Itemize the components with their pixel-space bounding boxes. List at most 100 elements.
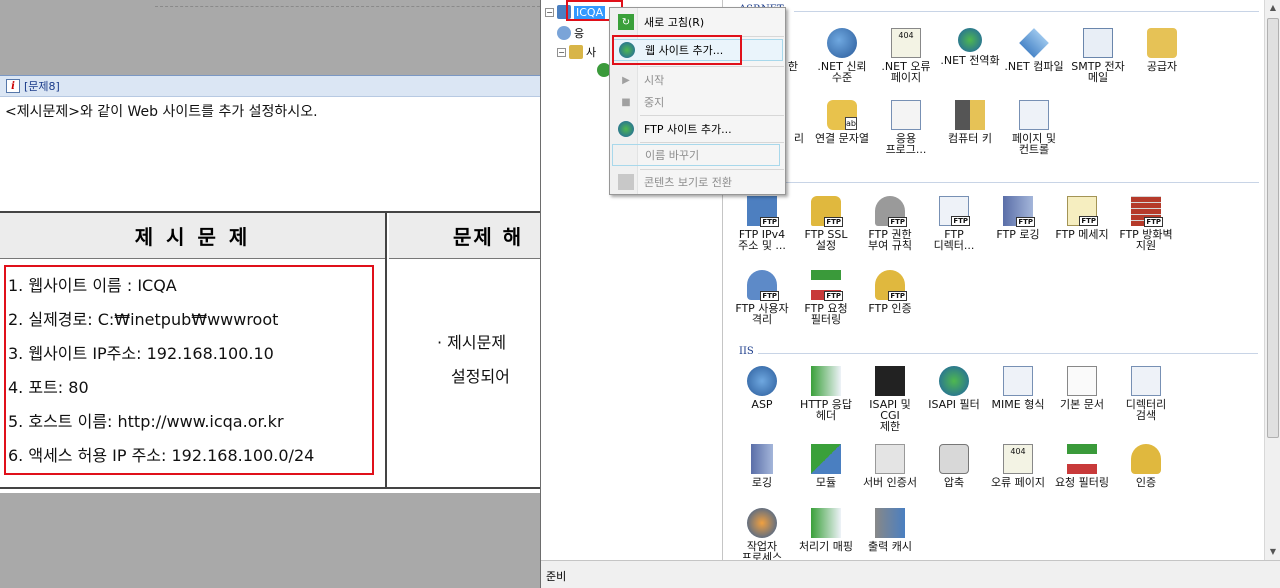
solution-text-1: · 제시문제 [437,333,507,352]
menu-separator [640,115,784,116]
tile-machine-key[interactable]: 컴퓨터 키 [938,100,1002,144]
tile-ftp-authz[interactable]: FTP FTP 권한 부여 규칙 [858,196,922,251]
tile-output-cache[interactable]: 출력 캐시 [858,508,922,552]
add-ftp-icon [618,121,634,137]
requirement-header: 제 시 문 제 [0,213,385,259]
pages-controls-icon [1019,100,1049,130]
tile-net-globalization[interactable]: .NET 전역화 [938,28,1002,66]
compression-icon [939,444,969,474]
http-headers-icon [811,366,841,396]
handler-mapping-icon [811,508,841,538]
question-icon: i [6,79,20,93]
menu-item-content-view[interactable]: 콘텐츠 보기로 전환 [612,171,783,193]
tile-worker-process[interactable]: 작업자 프로세스 [730,508,794,563]
request-filter-icon [1067,444,1097,474]
tile-server-cert[interactable]: 서버 인증서 [858,444,922,488]
vertical-scrollbar[interactable]: ▲ ▼ [1264,0,1280,560]
firewall-icon: FTP [1131,196,1163,227]
tree-node-label: 응 [574,27,585,40]
ftp-auth-icon: FTP [875,270,907,301]
highlight-add-website [612,35,742,65]
message-icon: FTP [1067,196,1098,226]
scroll-up-icon[interactable]: ▲ [1265,0,1280,16]
solution-header: 문제 해 [389,213,540,259]
refresh-icon: ↻ [618,14,634,30]
tile-ftp-logging[interactable]: FTP FTP 로깅 [986,196,1050,240]
scroll-down-icon[interactable]: ▼ [1265,544,1280,560]
tile-dir-browse[interactable]: 디렉터리 검색 [1114,366,1178,421]
tile-net-error[interactable]: 404 .NET 오류 페이지 [874,28,938,83]
requirement-list: 1. 웹사이트 이름 : ICQA 2. 실제경로: C:₩inetpub₩ww… [4,265,374,475]
status-bar: 준비 [541,560,1280,588]
requirement-item: 2. 실제경로: C:₩inetpub₩wwwroot [8,310,279,329]
menu-item-add-ftp[interactable]: FTP 사이트 추가... [612,118,783,140]
question-instruction: <제시문제>와 같이 Web 사이트를 추가 설정하시오. [5,104,318,120]
collapse-toggle[interactable]: − [545,7,554,17]
play-icon: ▶ [622,74,630,86]
tile-ftp-ssl[interactable]: FTP FTP SSL 설정 [794,196,858,251]
rename-icon [619,147,635,163]
menu-item-start[interactable]: ▶ 시작 [612,69,783,91]
tile-http-headers[interactable]: HTTP 응답 헤더 [794,366,858,421]
machine-key-icon [955,100,985,130]
group-divider [794,11,1259,12]
tile-ftp-message[interactable]: FTP FTP 메세지 [1050,196,1114,240]
tile-pages-controls[interactable]: 페이지 및 컨트롤 [1002,100,1066,155]
error-page-icon: 404 [1003,444,1033,474]
tile-ftp-dir[interactable]: FTP FTP 디렉터... [922,196,986,251]
tile-logging[interactable]: 로깅 [730,444,794,488]
providers-icon [1147,28,1177,58]
tile-mime[interactable]: MIME 형식 [986,366,1050,410]
directory-icon: FTP [939,196,970,226]
solution-column: 문제 해 · 제시문제 설정되어 [389,213,540,487]
dashed-divider [155,6,540,7]
tile-default-doc[interactable]: 기본 문서 [1050,366,1114,410]
net-trust-icon [827,28,857,58]
menu-item-rename[interactable]: 이름 바꾸기 [612,144,780,166]
error-page-icon: 404 [891,28,921,58]
tile-compression[interactable]: 압축 [922,444,986,488]
tile-modules[interactable]: 모듈 [794,444,858,488]
folder-icon [569,45,583,59]
tile-request-filter[interactable]: 요청 필터링 [1050,444,1114,488]
tile-authentication[interactable]: 인증 [1114,444,1178,488]
requirement-item: 6. 액세스 허용 IP 주소: 192.168.100.0/24 [8,446,315,465]
tile-smtp[interactable]: SMTP 전자 메일 [1066,28,1130,83]
menu-item-stop[interactable]: ■ 중지 [612,91,783,113]
tile-net-compile[interactable]: .NET 컴파일 [1002,28,1066,72]
mime-icon [1003,366,1033,396]
tile-providers[interactable]: 공급자 [1130,28,1194,72]
app-pool-icon [557,26,571,40]
authentication-icon [1131,444,1161,474]
tile-ftp-request-filter[interactable]: FTP FTP 요청 필터링 [794,270,858,325]
tile-app-settings[interactable]: 응용 프로그... [874,100,938,155]
tile-asp[interactable]: ASP [730,366,794,410]
modules-icon [811,444,841,474]
user-isolation-icon: FTP [747,270,779,301]
requirement-item: 3. 웹사이트 IP주소: 192.168.100.10 [8,344,274,363]
isapi-filter-icon [939,366,969,396]
tree-node-app[interactable]: 응 [557,25,584,41]
logging-icon [751,444,773,474]
tile-connection-strings[interactable]: ab 연결 문자열 [810,100,874,144]
group-iis-label: IIS [739,346,754,357]
tile-error-pages[interactable]: 404 오류 페이지 [986,444,1050,488]
tile-handler-mapping[interactable]: 처리기 매핑 [794,508,858,552]
scroll-thumb[interactable] [1267,18,1279,438]
tile-isapi-filter[interactable]: ISAPI 필터 [922,366,986,410]
tree-node-sites[interactable]: − 사 [557,44,596,60]
tile-ftp-firewall[interactable]: FTP FTP 방화벽 지원 [1114,196,1178,251]
requirement-item: 5. 호스트 이름: http://www.icqa.or.kr [8,412,284,431]
requirement-item: 4. 포트: 80 [8,378,89,397]
tile-ftp-auth[interactable]: FTP FTP 인증 [858,270,922,314]
tile-ftp-user-isolation[interactable]: FTP FTP 사용자 격리 [730,270,794,325]
tile-isapi-cgi[interactable]: ISAPI 및 CGI 제한 [858,366,922,432]
background-top [0,0,540,75]
lock-icon: FTP [811,196,843,227]
requirement-column: 제 시 문 제 1. 웹사이트 이름 : ICQA 2. 실제경로: C:₩in… [0,213,387,487]
menu-item-refresh[interactable]: ↻ 새로 고침(R) [612,11,783,33]
worker-process-icon [747,508,777,538]
collapse-toggle[interactable]: − [557,47,566,57]
tile-ftp-ipv4[interactable]: FTP FTP IPv4 주소 및 ... [730,196,794,251]
tile-net-trust[interactable]: .NET 신뢰 수준 [810,28,874,83]
